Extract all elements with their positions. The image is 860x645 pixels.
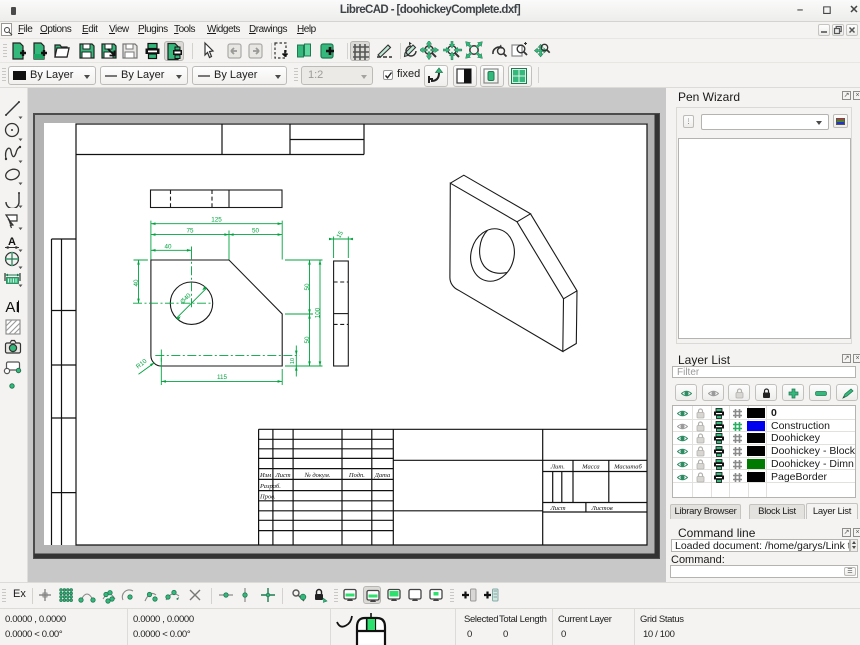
svg-text:Разраб.: Разраб. xyxy=(259,483,281,490)
svg-text:100: 100 xyxy=(314,307,321,318)
svg-text:115: 115 xyxy=(217,374,228,381)
svg-text:AI: AI xyxy=(5,299,19,316)
svg-text:50: 50 xyxy=(252,228,260,235)
svg-text:Листов: Листов xyxy=(590,505,612,512)
svg-text:Подп.: Подп. xyxy=(348,472,365,479)
svg-text:50: 50 xyxy=(304,336,311,344)
svg-text:10: 10 xyxy=(290,358,296,364)
svg-text:Изм: Изм xyxy=(259,472,271,479)
svg-text:50: 50 xyxy=(304,283,311,291)
svg-text:Дата: Дата xyxy=(374,472,390,479)
svg-text:Пров.: Пров. xyxy=(259,494,276,501)
svg-text:Масштаб: Масштаб xyxy=(613,464,642,471)
svg-text:Лит.: Лит. xyxy=(550,464,565,471)
svg-text:Лист: Лист xyxy=(549,505,566,512)
svg-text:40: 40 xyxy=(133,279,140,287)
svg-text:A: A xyxy=(8,236,16,248)
svg-text:75: 75 xyxy=(186,228,194,235)
svg-text:Масса: Масса xyxy=(581,464,599,471)
svg-text:Лист: Лист xyxy=(274,472,291,479)
svg-text:125: 125 xyxy=(211,217,222,224)
svg-text:40: 40 xyxy=(164,243,172,250)
svg-text:№ докум.: № докум. xyxy=(304,472,331,479)
